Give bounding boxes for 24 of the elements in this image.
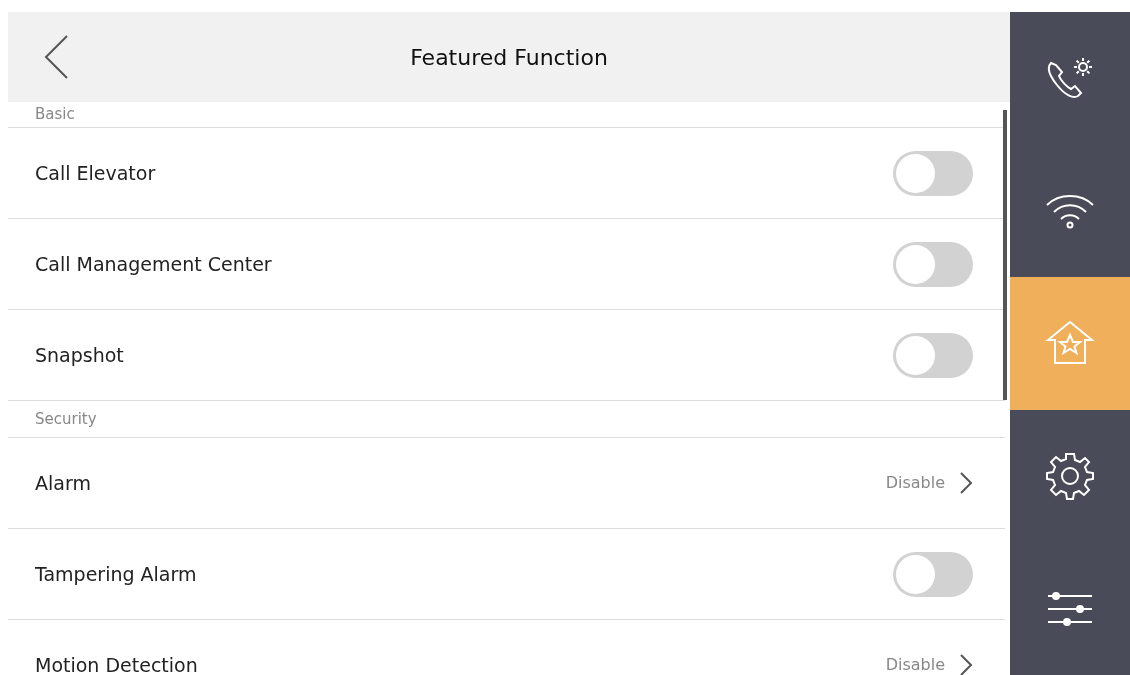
- section-label: Basic: [35, 104, 75, 126]
- chevron-right-icon: [959, 471, 973, 495]
- value-link[interactable]: Disable: [885, 653, 973, 675]
- chevron-right-icon: [959, 653, 973, 675]
- toggle-switch[interactable]: [893, 150, 973, 196]
- section-label: Security: [35, 408, 97, 430]
- house-star-icon: [1045, 320, 1095, 367]
- house-star-tab[interactable]: [1010, 277, 1130, 410]
- setting-label: Tampering Alarm: [35, 561, 197, 587]
- scrollbar[interactable]: [1003, 110, 1007, 400]
- toggle-switch[interactable]: [893, 241, 973, 287]
- setting-label: Call Elevator: [35, 160, 156, 186]
- toggle-switch[interactable]: [893, 332, 973, 378]
- setting-label: Motion Detection: [35, 652, 198, 675]
- wifi-icon: [1045, 192, 1095, 229]
- toggle-switch[interactable]: [893, 551, 973, 597]
- sliders-icon: [1046, 590, 1094, 627]
- setting-label: Snapshot: [35, 342, 124, 368]
- setting-label: Alarm: [35, 470, 91, 496]
- setting-label: Call Management Center: [35, 251, 272, 277]
- page-title: Featured Function: [410, 44, 608, 70]
- value-link[interactable]: Disable: [885, 471, 973, 495]
- gear-icon: [1045, 451, 1095, 502]
- chevron-left-icon: [43, 34, 69, 80]
